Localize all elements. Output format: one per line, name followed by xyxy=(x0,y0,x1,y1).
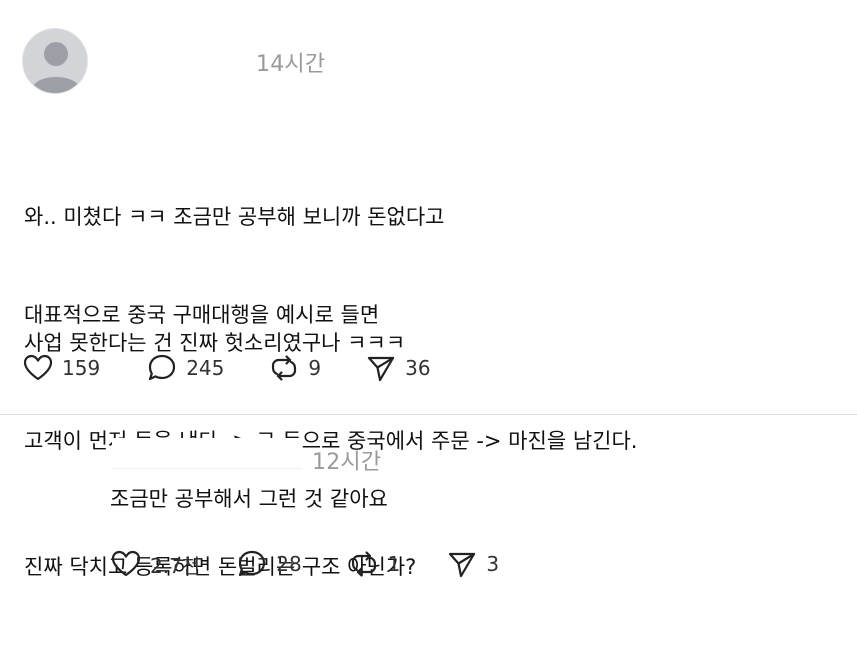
like-button[interactable]: 159 xyxy=(22,352,100,384)
reply-timestamp: 12시간 xyxy=(312,450,382,475)
avatar[interactable] xyxy=(22,28,88,94)
username-redacted xyxy=(105,38,245,78)
send-icon xyxy=(365,352,397,384)
default-user-icon xyxy=(32,42,80,93)
reply-username-redacted xyxy=(112,438,302,468)
reply-actions: 2.7천 28 1 3 xyxy=(110,548,499,580)
share-count: 36 xyxy=(405,356,431,380)
repost-icon xyxy=(268,352,300,384)
heart-icon xyxy=(22,352,54,384)
reply-comment-count: 28 xyxy=(276,552,302,576)
heart-icon xyxy=(110,548,142,580)
post-divider xyxy=(0,414,857,415)
post-actions: 159 245 9 36 xyxy=(22,352,431,384)
share-button[interactable]: 36 xyxy=(365,352,431,384)
reply-like-button[interactable]: 2.7천 xyxy=(110,548,200,580)
repost-count: 9 xyxy=(308,356,322,380)
post-text-line: 대표적으로 중국 구매대행을 예시로 들면 xyxy=(24,303,380,327)
reply-share-button[interactable]: 3 xyxy=(446,548,499,580)
reply-like-count: 2.7천 xyxy=(150,553,201,578)
post-timestamp: 14시간 xyxy=(256,52,326,77)
comment-button[interactable]: 245 xyxy=(146,352,224,384)
reply-repost-count: 1 xyxy=(387,552,401,576)
reply-share-count: 3 xyxy=(486,552,500,576)
reply-redaction-edge xyxy=(112,468,302,469)
reply-repost-button[interactable]: 1 xyxy=(348,548,401,580)
reply-text: 조금만 공부해서 그런 것 같아요 xyxy=(110,487,388,511)
like-count: 159 xyxy=(62,356,101,380)
reply-comment-button[interactable]: 28 xyxy=(236,548,302,580)
speech-bubble-icon xyxy=(236,548,268,580)
send-icon xyxy=(446,548,478,580)
comment-count: 245 xyxy=(186,356,225,380)
repost-icon xyxy=(348,548,380,580)
speech-bubble-icon xyxy=(146,352,178,384)
repost-button[interactable]: 9 xyxy=(268,352,321,384)
